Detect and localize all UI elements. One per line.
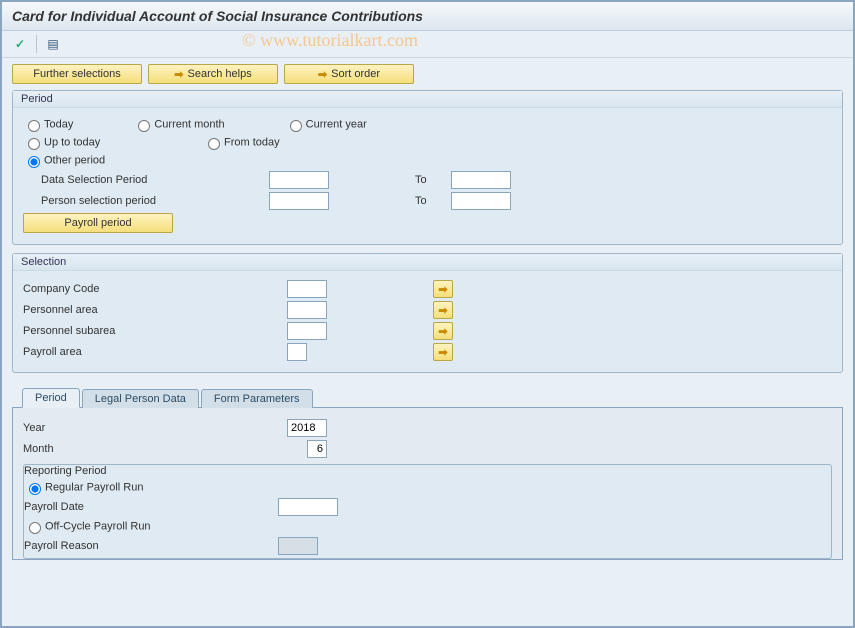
payroll-area-multi-button[interactable]: ➡ <box>433 343 453 361</box>
radio-off-cycle-payroll[interactable]: Off-Cycle Payroll Run <box>24 519 151 534</box>
further-selections-label: Further selections <box>33 68 120 80</box>
further-selections-button[interactable]: Further selections <box>12 64 142 84</box>
tab-period[interactable]: Period <box>22 388 80 408</box>
personnel-area-label: Personnel area <box>23 304 281 316</box>
person-selection-label: Person selection period <box>23 195 263 207</box>
person-selection-from-input[interactable] <box>269 192 329 210</box>
payroll-period-label: Payroll period <box>64 217 131 229</box>
personnel-subarea-label: Personnel subarea <box>23 325 281 337</box>
personnel-subarea-input[interactable] <box>287 322 327 340</box>
personnel-area-multi-button[interactable]: ➡ <box>433 301 453 319</box>
radio-regular-payroll-input[interactable] <box>29 483 41 495</box>
tab-legal-person-data[interactable]: Legal Person Data <box>82 389 199 408</box>
payroll-area-input[interactable] <box>287 343 307 361</box>
period-group: Period Today Current month Current year … <box>12 90 843 245</box>
radio-other-period-input[interactable] <box>28 156 40 168</box>
radio-from-today-input[interactable] <box>208 138 220 150</box>
radio-current-year[interactable]: Current year <box>285 117 367 132</box>
payroll-reason-label: Payroll Reason <box>24 540 272 552</box>
company-code-multi-button[interactable]: ➡ <box>433 280 453 298</box>
variant-icon[interactable]: ▤ <box>45 36 61 52</box>
month-label: Month <box>23 443 301 455</box>
radio-from-today[interactable]: From today <box>203 135 280 150</box>
payroll-area-label: Payroll area <box>23 346 281 358</box>
radio-up-to-today-input[interactable] <box>28 138 40 150</box>
radio-current-year-input[interactable] <box>290 120 302 132</box>
reporting-period-title: Reporting Period <box>24 465 831 477</box>
period-group-title: Period <box>13 91 842 108</box>
page-title: Card for Individual Account of Social In… <box>12 8 843 24</box>
radio-current-month[interactable]: Current month <box>133 117 224 132</box>
radio-current-month-input[interactable] <box>138 120 150 132</box>
app-toolbar: ✓ ▤ <box>2 31 853 58</box>
toolbar-divider <box>36 35 37 53</box>
to-label-1: To <box>415 174 445 186</box>
radio-up-to-today[interactable]: Up to today <box>23 135 143 150</box>
company-code-input[interactable] <box>287 280 327 298</box>
selection-group-title: Selection <box>13 254 842 271</box>
search-helps-label: Search helps <box>188 68 252 80</box>
to-label-2: To <box>415 195 445 207</box>
tabstrip: Period Legal Person Data Form Parameters <box>12 387 843 408</box>
execute-icon[interactable]: ✓ <box>12 36 28 52</box>
app-window: Card for Individual Account of Social In… <box>0 0 855 628</box>
personnel-area-input[interactable] <box>287 301 327 319</box>
reporting-period-group: Reporting Period Regular Payroll Run Pay… <box>23 464 832 559</box>
tab-form-parameters[interactable]: Form Parameters <box>201 389 313 408</box>
payroll-date-label: Payroll Date <box>24 501 272 513</box>
content-area: Further selections ➡ Search helps ➡ Sort… <box>2 58 853 566</box>
person-selection-to-input[interactable] <box>451 192 511 210</box>
arrow-right-icon: ➡ <box>174 68 183 81</box>
personnel-subarea-multi-button[interactable]: ➡ <box>433 322 453 340</box>
company-code-label: Company Code <box>23 283 281 295</box>
data-selection-to-input[interactable] <box>451 171 511 189</box>
year-input[interactable] <box>287 419 327 437</box>
payroll-period-button[interactable]: Payroll period <box>23 213 173 233</box>
selection-group-body: Company Code ➡ Personnel area ➡ Personne… <box>13 271 842 372</box>
radio-other-period[interactable]: Other period <box>23 153 105 168</box>
selection-group: Selection Company Code ➡ Personnel area … <box>12 253 843 373</box>
month-input[interactable] <box>307 440 327 458</box>
year-label: Year <box>23 422 281 434</box>
button-row: Further selections ➡ Search helps ➡ Sort… <box>12 64 843 84</box>
payroll-date-input[interactable] <box>278 498 338 516</box>
payroll-reason-input <box>278 537 318 555</box>
titlebar: Card for Individual Account of Social In… <box>2 2 853 31</box>
radio-off-cycle-payroll-input[interactable] <box>29 522 41 534</box>
radio-today[interactable]: Today <box>23 117 73 132</box>
reporting-period-body: Regular Payroll Run Payroll Date Off-Cyc… <box>24 480 831 555</box>
data-selection-from-input[interactable] <box>269 171 329 189</box>
period-group-body: Today Current month Current year Up to t… <box>13 108 842 244</box>
radio-regular-payroll[interactable]: Regular Payroll Run <box>24 480 143 495</box>
tab-pane-period: Year Month Reporting Period Regular Payr… <box>12 408 843 560</box>
data-selection-label: Data Selection Period <box>23 174 263 186</box>
search-helps-button[interactable]: ➡ Search helps <box>148 64 278 84</box>
arrow-right-icon: ➡ <box>318 68 327 81</box>
sort-order-label: Sort order <box>331 68 380 80</box>
sort-order-button[interactable]: ➡ Sort order <box>284 64 414 84</box>
radio-today-input[interactable] <box>28 120 40 132</box>
